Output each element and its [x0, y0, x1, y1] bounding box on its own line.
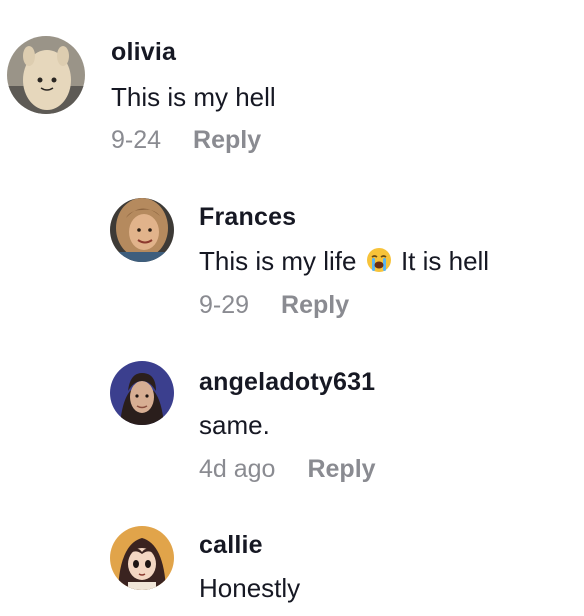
avatar[interactable]: [110, 198, 174, 262]
comment-text-part: It is hell: [400, 246, 490, 276]
avatar[interactable]: [7, 36, 85, 114]
comment-meta: 9-24 Reply: [111, 126, 261, 155]
comment-text: This is my hell: [111, 82, 276, 112]
comment-text-part: This is my life: [199, 246, 357, 276]
comment-date: 4d ago: [199, 455, 276, 483]
plush-toy-avatar-icon: [7, 36, 85, 114]
reply-button[interactable]: Reply: [193, 126, 261, 154]
comment-username[interactable]: Frances: [199, 203, 296, 232]
reply-button[interactable]: Reply: [281, 291, 349, 319]
avatar[interactable]: [110, 361, 174, 425]
comment-item: olivia This is my hell 9-24 Reply: [0, 0, 584, 170]
comment-text: This is my life It is hell: [199, 246, 489, 277]
reply-comment-item: Frances This is my life It is hell 9-29 R…: [0, 170, 584, 335]
reply-comment-item: callie Honestly: [0, 500, 584, 616]
comment-username[interactable]: angeladoty631: [199, 368, 375, 397]
anime-character-avatar-icon: [110, 526, 174, 590]
reply-comment-item: angeladoty631 same. 4d ago Reply: [0, 335, 584, 500]
comment-username[interactable]: olivia: [111, 38, 176, 67]
avatar[interactable]: [110, 526, 174, 590]
comment-date: 9-29: [199, 291, 250, 319]
comment-text: Honestly: [199, 573, 301, 603]
comment-meta: 4d ago Reply: [199, 455, 376, 484]
comment-date: 9-24: [111, 126, 162, 154]
woman-photo-avatar-icon: [110, 198, 174, 262]
comment-text: same.: [199, 410, 270, 440]
man-photo-avatar-icon: [110, 361, 174, 425]
reply-button[interactable]: Reply: [307, 455, 375, 483]
comment-username[interactable]: callie: [199, 531, 263, 560]
loudly-crying-face-emoji-icon: [366, 248, 391, 272]
comment-meta: 9-29 Reply: [199, 291, 349, 320]
